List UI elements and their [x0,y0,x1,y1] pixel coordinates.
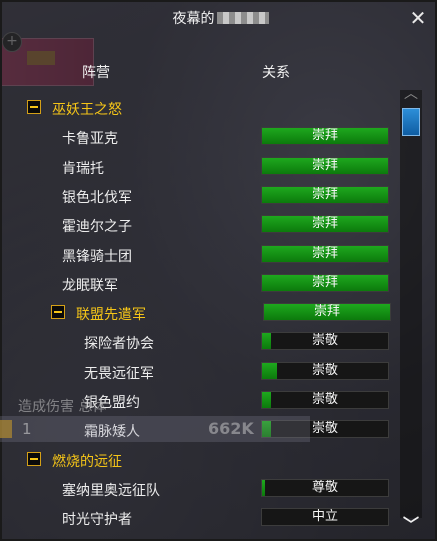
reputation-standing: 崇拜 [311,246,338,261]
collapse-toggle-icon[interactable] [51,305,65,319]
faction-row[interactable]: 时光守护者 中立 [2,507,397,529]
scrollbar-thumb[interactable] [402,108,420,136]
faction-name: 黑锋骑士团 [62,249,132,265]
collapse-toggle-icon[interactable] [27,100,41,114]
reputation-standing: 中立 [311,509,338,524]
faction-name: 联盟先遣军 [76,307,146,323]
reputation-bar: 崇拜 [263,303,391,321]
window-title-text: 夜幕的 [172,11,215,27]
reputation-standing: 崇拜 [311,216,338,231]
reputation-bar: 中立 [261,508,389,526]
faction-row[interactable]: 卡鲁亚克 崇拜 [2,126,397,148]
reputation-standing: 崇拜 [311,275,338,290]
reputation-standing: 崇拜 [313,304,340,319]
reputation-standing: 崇拜 [311,158,338,173]
faction-row[interactable]: 黑锋骑士团 崇拜 [2,244,397,266]
column-header-standing: 关系 [262,65,290,81]
faction-name: 燃烧的远征 [52,454,122,470]
reputation-bar: 崇敬 [261,391,389,409]
reputation-bar: 崇拜 [261,215,389,233]
reputation-standing: 崇敬 [311,392,338,407]
reputation-bar: 崇敬 [261,362,389,380]
faction-name: 探险者协会 [84,336,154,352]
reputation-bar: 崇拜 [261,127,389,145]
faction-name: 卡鲁亚克 [62,131,118,147]
damage-meter-value: 662K [208,419,254,438]
faction-name: 肯瑞托 [62,161,104,177]
faction-name: 无畏远征军 [84,366,154,382]
faction-name: 塞纳里奥远征队 [62,483,160,499]
chevron-down-icon[interactable]: ﹀ [401,516,421,534]
damage-meter-title: 造成伤害 总体 [18,396,106,416]
reputation-standing: 崇拜 [311,128,338,143]
damage-meter-bar [0,416,310,442]
faction-name: 霍迪尔之子 [62,219,132,235]
reputation-bar: 崇拜 [261,157,389,175]
faction-row[interactable]: 探险者协会 崇敬 [2,331,397,353]
faction-row[interactable]: 塞纳里奥远征队 尊敬 [2,478,397,500]
faction-group-header[interactable]: 巫妖王之怒 [2,97,397,119]
scrollbar-track[interactable] [400,90,422,518]
collapse-toggle-icon[interactable] [27,452,41,466]
reputation-window: 夜幕的 ✕ 阵营 关系 巫妖王之怒 卡鲁亚克 崇拜 肯瑞托 崇拜 银色北伐军 崇拜 霍迪尔之子… [0,0,437,541]
faction-name: 巫妖王之怒 [52,102,122,118]
redacted-name [216,12,269,24]
faction-row[interactable]: 肯瑞托 崇拜 [2,156,397,178]
faction-row[interactable]: 银色北伐军 崇拜 [2,185,397,207]
chevron-up-icon[interactable]: ︿ [401,86,421,102]
class-icon [0,420,12,438]
faction-name: 银色北伐军 [62,190,132,206]
reputation-standing: 尊敬 [311,480,338,495]
faction-row[interactable]: 龙眠联军 崇拜 [2,273,397,295]
damage-meter-label: 造成伤害 [18,399,74,415]
reputation-bar: 崇拜 [261,186,389,204]
reputation-bar: 崇敬 [261,332,389,350]
reputation-bar: 尊敬 [261,479,389,497]
reputation-bar: 崇拜 [261,245,389,263]
close-icon[interactable]: ✕ [409,8,427,28]
column-header-faction: 阵营 [82,65,110,81]
faction-row[interactable]: 无畏远征军 崇敬 [2,361,397,383]
faction-group-header[interactable]: 联盟先遣军 崇拜 [2,302,397,324]
faction-row[interactable]: 霍迪尔之子 崇拜 [2,214,397,236]
reputation-standing: 崇拜 [311,187,338,202]
damage-meter-subtitle: 总体 [78,399,107,415]
damage-meter-rank: 1 [22,420,32,438]
faction-name: 时光守护者 [62,512,132,528]
faction-group-header[interactable]: 燃烧的远征 [2,449,397,471]
reputation-standing: 崇敬 [311,333,338,348]
reputation-standing: 崇敬 [311,363,338,378]
window-title: 夜幕的 [2,8,437,28]
reputation-bar: 崇拜 [261,274,389,292]
faction-name: 龙眠联军 [62,278,118,294]
